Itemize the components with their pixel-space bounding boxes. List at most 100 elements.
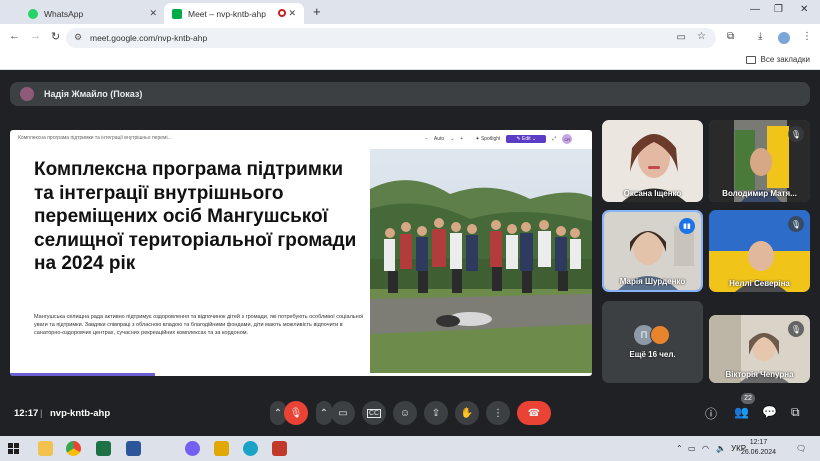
more-participants-label: Ещё 16 чел. <box>629 350 676 359</box>
clock-time: 12:17 <box>749 439 768 446</box>
url-text: meet.google.com/nvp-kntb-ahp <box>90 33 208 43</box>
whatsapp-icon <box>28 8 38 19</box>
tray-chevron-icon[interactable]: ⌃ <box>676 444 683 453</box>
slide-breadcrumb: Комплексна програма підтримки та інтегра… <box>18 135 172 141</box>
shared-presentation: Комплексна програма підтримки та інтегра… <box>10 130 592 376</box>
cast-icon[interactable]: ▭ <box>677 32 686 43</box>
minimize-icon[interactable]: — <box>750 4 760 15</box>
site-info-icon[interactable]: ⚙ <box>74 32 82 43</box>
wifi-icon[interactable]: ◠ <box>702 444 709 453</box>
word-icon[interactable] <box>126 441 141 456</box>
edit-button[interactable]: ✎ Edit ⌄ <box>506 135 547 143</box>
mic-off-icon: 🎙 <box>788 216 804 232</box>
reactions-button[interactable]: ☺ <box>393 401 417 425</box>
participant-tile[interactable]: 🎙 Неллі Северіна <box>709 210 810 292</box>
mic-off-icon: 🎙 <box>788 321 804 337</box>
bookmark-star-icon[interactable]: ☆ <box>697 31 706 42</box>
fullscreen-icon[interactable]: ⤢ <box>552 136 556 142</box>
more-participants-tile[interactable]: П Ещё 16 чел. <box>602 301 703 383</box>
participant-tile[interactable]: 🎙 Вікторія Чепурна <box>709 315 810 383</box>
address-toolbar: ← → ↻ ⚙ meet.google.com/nvp-kntb-ahp ▭ ☆… <box>0 24 820 52</box>
menu-icon[interactable]: ⋮ <box>802 31 812 42</box>
avatar <box>20 87 34 101</box>
zoom-in-button[interactable]: + <box>460 136 463 142</box>
raise-hand-button[interactable]: ✋ <box>455 401 479 425</box>
network-icon[interactable]: ▭ <box>688 444 696 453</box>
participant-tile[interactable]: 🎙 Володимир Матя... <box>709 120 810 202</box>
present-button[interactable]: ⇪ <box>424 401 448 425</box>
zoom-out-button[interactable]: − <box>425 136 428 142</box>
volume-icon[interactable]: 🔈 <box>716 444 726 453</box>
group-photo <box>370 149 592 373</box>
download-icon[interactable]: ⤓ <box>758 31 762 42</box>
close-tab-icon[interactable]: ✕ <box>149 8 157 19</box>
captions-button[interactable]: CC <box>362 401 386 425</box>
group-photo-image <box>370 149 592 373</box>
viber-icon[interactable] <box>185 441 200 456</box>
app-icon[interactable] <box>272 441 287 456</box>
participant-name: Оксана Іщенко <box>623 189 682 198</box>
chevron-down-icon[interactable]: ⌄ <box>450 136 454 142</box>
activities-icon[interactable]: ⧉ <box>791 405 800 420</box>
video-options-button[interactable]: ⌃ <box>316 401 332 425</box>
slide-progress-bar <box>10 373 155 376</box>
file-explorer-icon[interactable] <box>38 441 53 456</box>
camera-icon: ▭ <box>338 407 348 419</box>
participant-name: Неллі Северіна <box>729 279 790 288</box>
chrome-icon[interactable] <box>66 441 81 456</box>
end-call-icon: ☎ <box>527 407 541 419</box>
spotlight-button[interactable]: ✦ Spotlight <box>475 136 500 142</box>
separator: | <box>40 408 43 419</box>
all-bookmarks[interactable]: Все закладки <box>745 55 810 64</box>
browser-tab-strip: WhatsApp ✕ Meet – nvp-kntb-ahp ✕ + — ❐ ✕ <box>0 0 820 24</box>
camera-toggle-button[interactable]: ▭ <box>331 401 355 425</box>
edge-icon[interactable] <box>243 441 258 456</box>
leave-call-button[interactable]: ☎ <box>517 401 551 425</box>
excel-icon[interactable] <box>96 441 111 456</box>
edit-label: Edit <box>522 136 531 142</box>
hand-icon: ✋ <box>460 407 474 419</box>
participant-name: Володимир Матя... <box>722 189 797 198</box>
participants-badge: 22 <box>741 393 755 404</box>
meeting-time: 12:17 <box>14 408 39 419</box>
new-tab-button[interactable]: + <box>313 4 321 19</box>
bookmarks-bar: Все закладки <box>0 52 820 70</box>
taskbar-clock[interactable]: 12:17 26.06.2024 <box>741 438 776 458</box>
participant-name: Марія Шурденко <box>619 277 686 286</box>
omnibox[interactable]: ⚙ meet.google.com/nvp-kntb-ahp ▭ ☆ <box>66 28 716 48</box>
participant-tile[interactable]: Оксана Іщенко <box>602 120 703 202</box>
presenter-name: Надія Жмайло (Показ) <box>44 89 143 99</box>
people-icon[interactable]: 👥 <box>734 405 749 419</box>
chat-icon[interactable]: 💬 <box>762 405 777 419</box>
tab-label: Meet – nvp-kntb-ahp <box>188 8 266 19</box>
presenter-bar: Надія Жмайло (Показ) <box>10 82 810 106</box>
spotlight-label: Spotlight <box>480 136 501 142</box>
extensions-icon[interactable]: ⧉ <box>727 31 734 42</box>
present-screen-icon: ⇪ <box>431 407 441 419</box>
info-icon[interactable]: ⓘ <box>705 405 717 422</box>
notifications-icon[interactable]: 🗨 <box>796 444 806 453</box>
forward-icon[interactable]: → <box>30 30 41 42</box>
tab-label: WhatsApp <box>44 8 84 19</box>
reload-icon[interactable]: ↻ <box>51 30 60 43</box>
close-tab-icon[interactable]: ✕ <box>288 8 296 19</box>
zoom-select[interactable]: Auto <box>434 136 444 142</box>
more-options-button[interactable]: ⋮ <box>486 401 510 425</box>
windows-taskbar: ⌃ ▭ ◠ 🔈 УКР 12:17 26.06.2024 🗨 <box>0 436 820 461</box>
participant-tile[interactable]: ▮▮ Марія Шурденко <box>602 210 703 292</box>
speaking-indicator-icon: ▮▮ <box>679 218 695 234</box>
tab-meet[interactable]: Meet – nvp-kntb-ahp ✕ <box>164 3 304 24</box>
clock-date: 26.06.2024 <box>740 449 776 456</box>
emoji-icon: ☺ <box>399 407 411 419</box>
app-icon[interactable] <box>214 441 229 456</box>
mic-toggle-button[interactable]: 🎙 <box>284 401 308 425</box>
participant-name: Вікторія Чепурна <box>725 370 794 379</box>
maximize-icon[interactable]: ❐ <box>774 4 783 15</box>
window-close-icon[interactable]: ✕ <box>800 4 808 15</box>
more-vert-icon: ⋮ <box>493 407 503 419</box>
tab-whatsapp[interactable]: WhatsApp ✕ <box>20 3 165 24</box>
profile-icon[interactable] <box>778 32 790 44</box>
meet-icon <box>172 8 182 19</box>
start-icon[interactable] <box>8 443 19 454</box>
back-icon[interactable]: ← <box>9 30 20 42</box>
